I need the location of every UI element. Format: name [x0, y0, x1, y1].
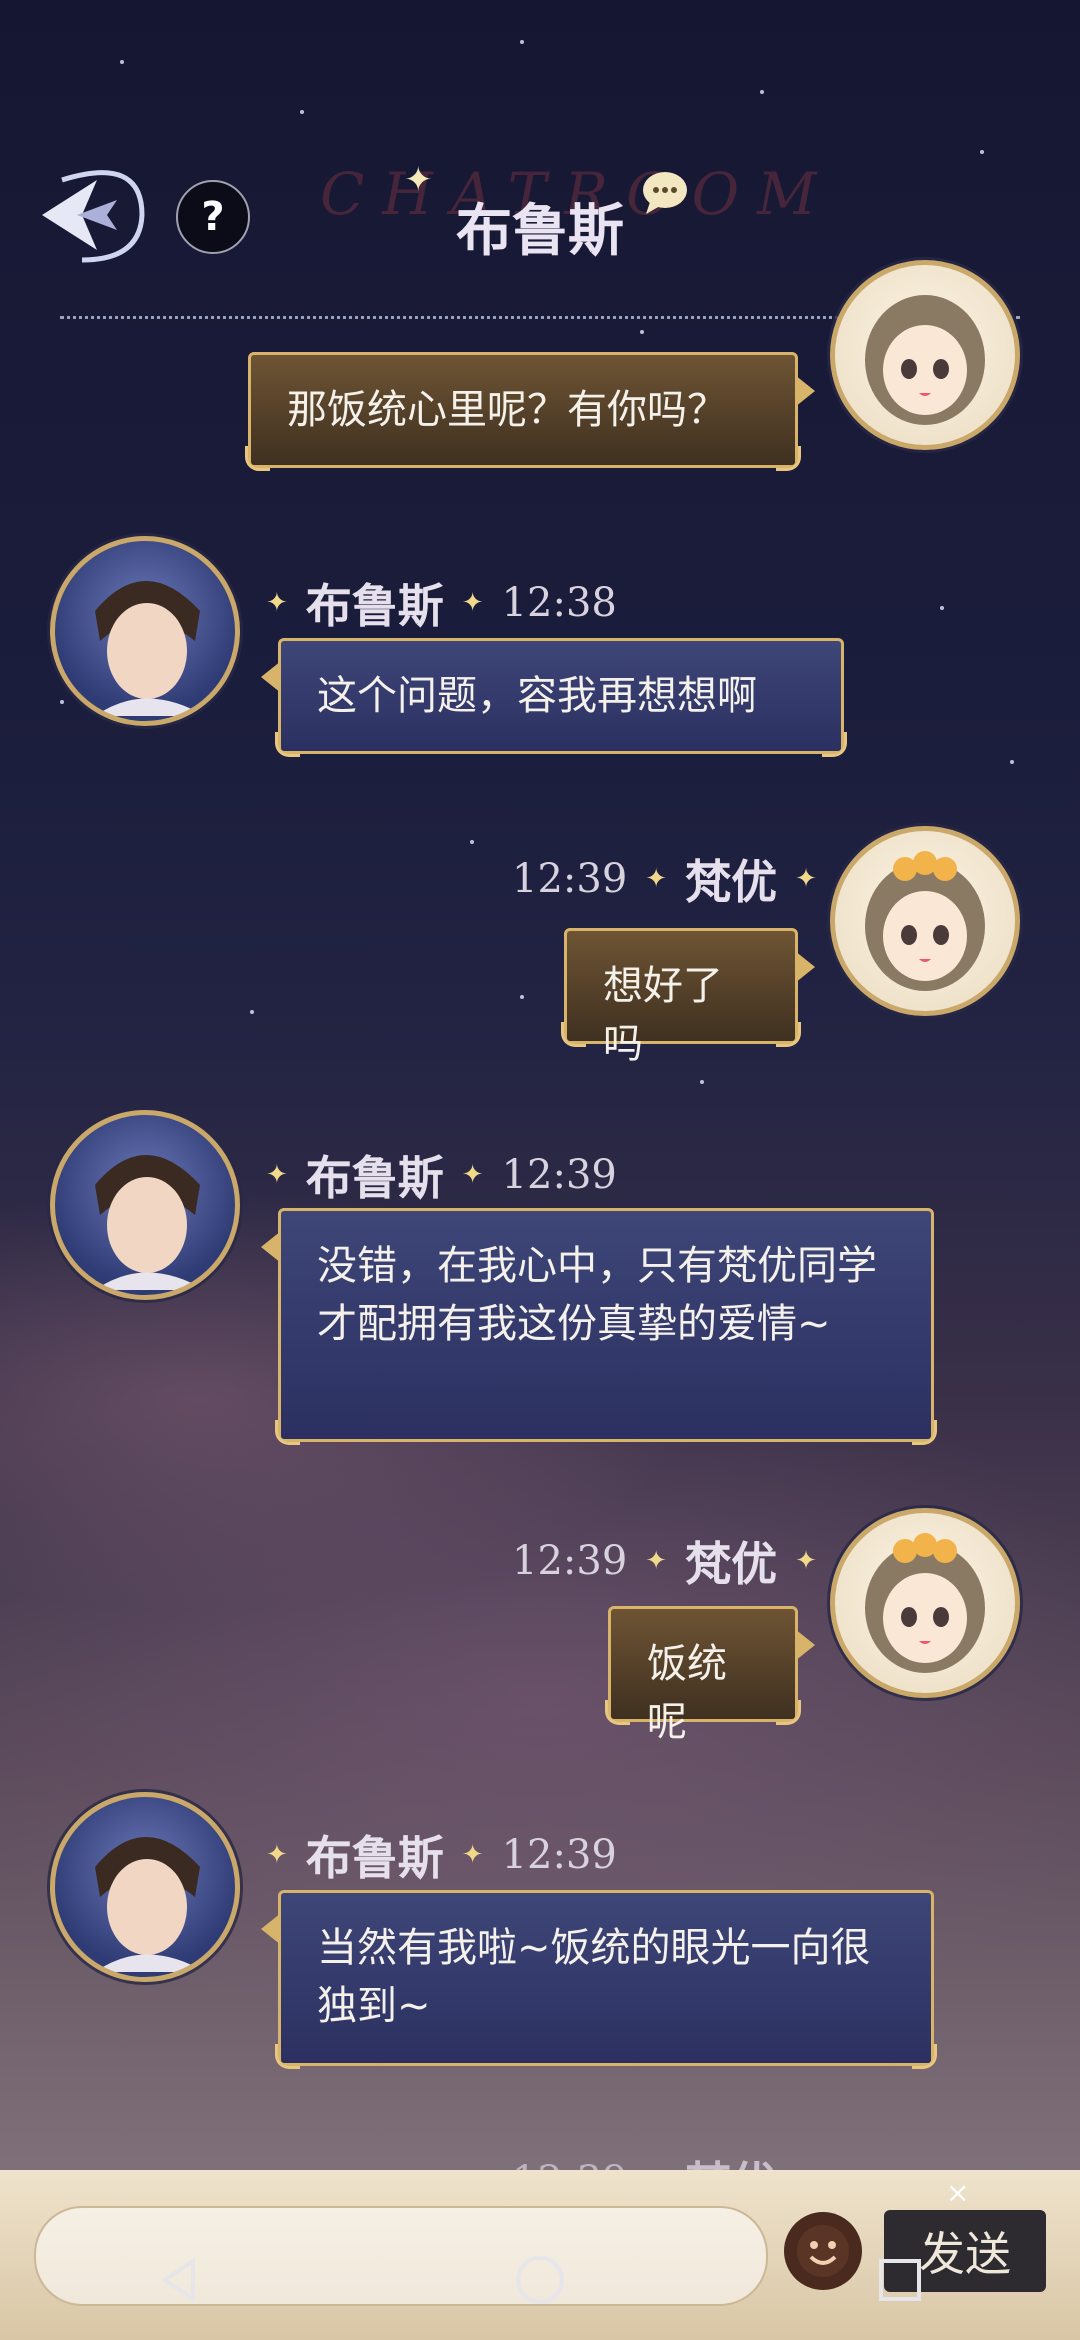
bubble-tail — [795, 951, 815, 983]
sparkle-icon: ✦ — [266, 1840, 288, 1870]
message-text: 想好了吗 — [603, 963, 723, 1067]
bubble-ornament — [275, 1420, 300, 1445]
sparkle-icon: ✦ — [461, 1160, 484, 1190]
sparkle-icon: ✦ — [461, 588, 484, 618]
avatar[interactable] — [50, 536, 240, 726]
avatar[interactable] — [830, 826, 1020, 1016]
message-time: 12:39 — [501, 1152, 617, 1198]
sender-name: 布鲁斯 — [305, 1151, 444, 1205]
message-time: 12:39 — [512, 856, 628, 902]
avatar[interactable] — [830, 1508, 1020, 1698]
message-text: 这个问题，容我再想想啊 — [317, 673, 757, 719]
bubble-ornament — [912, 1420, 937, 1445]
user-avatar-icon — [865, 851, 985, 991]
help-label: ? — [201, 194, 225, 240]
circle-home-icon — [516, 2256, 564, 2304]
avatar[interactable] — [50, 1792, 240, 1982]
back-button[interactable] — [22, 160, 152, 270]
system-navigation-bar — [0, 2220, 1080, 2340]
message-time: 12:38 — [501, 580, 617, 626]
bubble-ornament — [776, 1700, 801, 1725]
bubble-ornament — [776, 1022, 801, 1047]
back-arrow-icon — [42, 170, 145, 263]
avatar[interactable] — [830, 260, 1020, 450]
sender-name: 梵优 — [685, 855, 778, 909]
page-title: 布鲁斯 — [456, 199, 624, 264]
message-bubble-incoming[interactable]: 当然有我啦~饭统的眼光一向很独到~ — [261, 1890, 937, 2069]
sender-name: 布鲁斯 — [305, 579, 444, 633]
message-meta: 12:39 ✦ 梵优 ✦ — [512, 1528, 817, 1594]
message-meta: ✦ 布鲁斯 ✦ 12:38 — [266, 570, 617, 636]
message-time: 12:39 — [501, 1832, 617, 1878]
message-bubble-incoming[interactable]: 没错，在我心中，只有梵优同学才配拥有我这份真挚的爱情~ — [261, 1208, 937, 1445]
message-time: 12:39 — [512, 1538, 628, 1584]
bubble-ornament — [275, 732, 300, 757]
bubble-ornament — [776, 446, 801, 471]
sparkle-icon: ✦ — [266, 1160, 288, 1190]
message-bubble-outgoing[interactable]: 想好了吗 — [561, 928, 815, 1067]
sender-name: 布鲁斯 — [305, 1831, 444, 1885]
contact-avatar-icon — [95, 1155, 205, 1290]
contact-avatar-icon — [95, 581, 205, 716]
square-recents-icon — [879, 2259, 921, 2301]
sender-name: 梵优 — [685, 1537, 778, 1591]
triangle-back-icon — [161, 2257, 195, 2303]
nav-home-button[interactable] — [480, 2220, 600, 2340]
bubble-tail — [795, 375, 815, 407]
message-text: 当然有我啦~饭统的眼光一向很独到~ — [317, 1925, 871, 2029]
user-avatar-icon — [865, 295, 985, 425]
message-text: 没错，在我心中，只有梵优同学才配拥有我这份真挚的爱情~ — [317, 1243, 877, 1347]
bubble-tail — [261, 1231, 281, 1263]
bubble-tail — [795, 1629, 815, 1661]
bubble-tail — [261, 661, 281, 693]
message-meta: ✦ 布鲁斯 ✦ 12:39 — [266, 1822, 617, 1888]
message-text: 那饭统心里呢？有你吗？ — [287, 387, 727, 433]
bubble-ornament — [822, 732, 847, 757]
close-icon[interactable]: × — [946, 2176, 969, 2209]
nav-back-button[interactable] — [120, 2220, 240, 2340]
sparkle-icon: ✦ — [795, 864, 817, 894]
message-meta: ✦ 布鲁斯 ✦ 12:39 — [266, 1142, 617, 1208]
bubble-ornament — [912, 2044, 937, 2069]
message-meta: 12:39 ✦ 梵优 ✦ — [512, 846, 817, 912]
chat-bubble-icon — [643, 172, 687, 214]
user-avatar-icon — [865, 1533, 985, 1673]
bubble-ornament — [245, 446, 270, 471]
sparkle-icon: ✦ — [645, 864, 668, 894]
message-text: 饭统呢 — [647, 1641, 727, 1745]
sparkle-icon: ✦ — [461, 1840, 484, 1870]
bubble-ornament — [275, 2044, 300, 2069]
sparkle-icon: ✦ — [266, 588, 288, 618]
bubble-ornament — [605, 1700, 630, 1725]
sparkle-icon: ✦ — [795, 1546, 817, 1576]
bubble-tail — [261, 1913, 281, 1945]
bubble-ornament — [561, 1022, 586, 1047]
message-bubble-incoming[interactable]: 这个问题，容我再想想啊 — [261, 638, 847, 757]
message-bubble-outgoing[interactable]: 那饭统心里呢？有你吗？ — [245, 352, 815, 471]
avatar[interactable] — [50, 1110, 240, 1300]
help-button[interactable]: ? — [176, 180, 250, 254]
contact-avatar-icon — [95, 1837, 205, 1972]
nav-recents-button[interactable] — [840, 2220, 960, 2340]
sparkle-icon: ✦ — [645, 1546, 668, 1576]
message-bubble-outgoing[interactable]: 饭统呢 — [605, 1606, 815, 1745]
